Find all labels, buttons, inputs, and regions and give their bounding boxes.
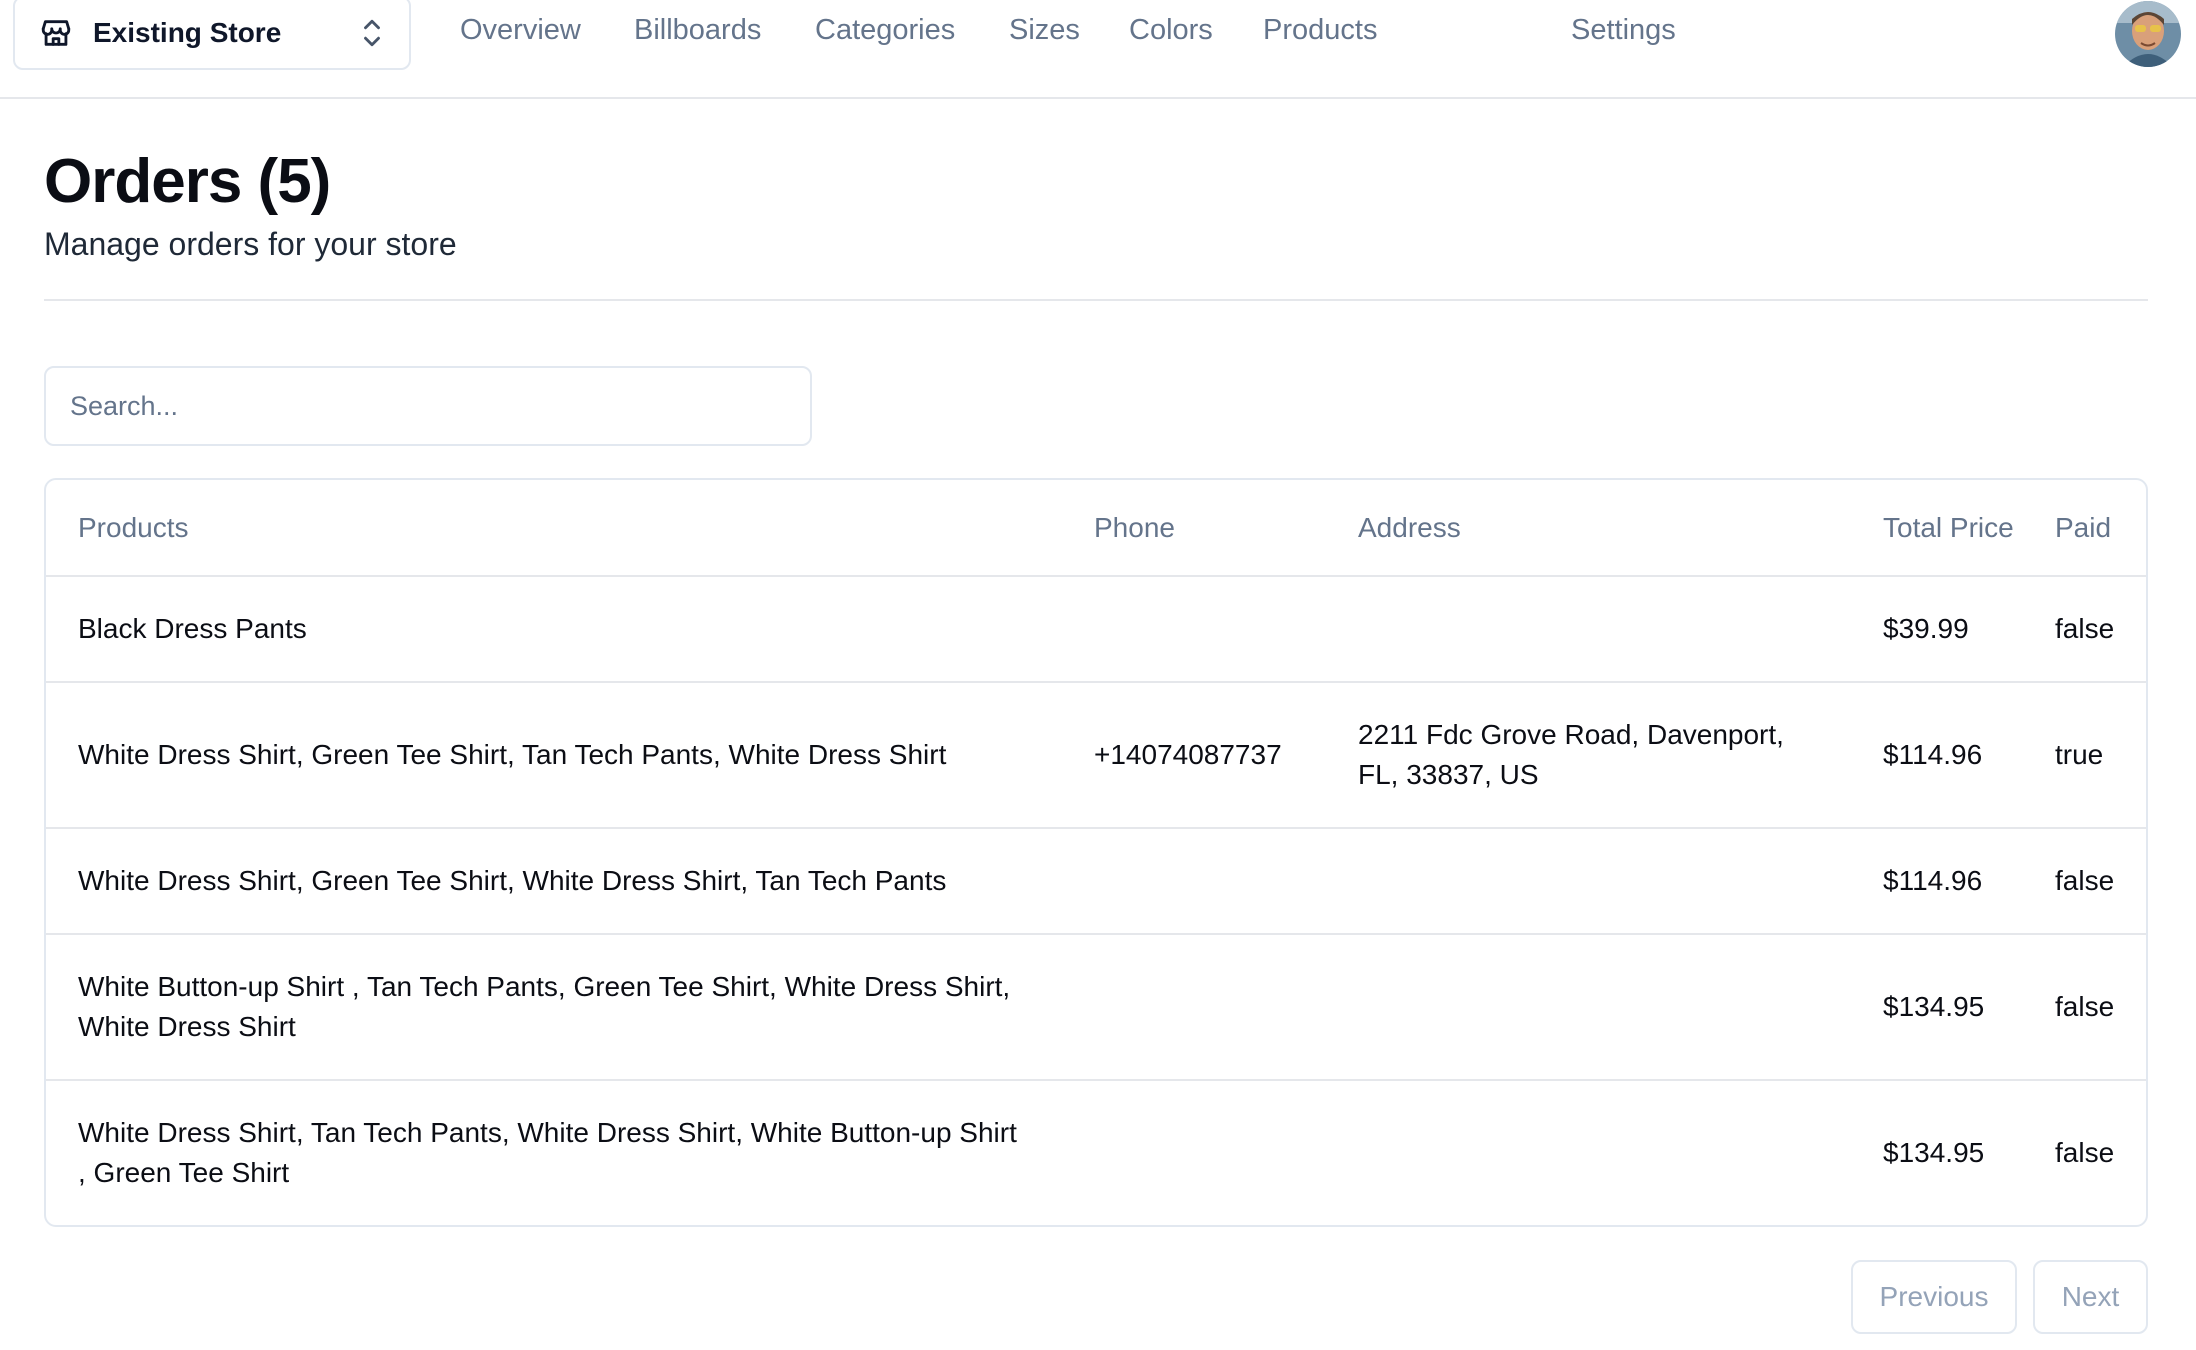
- cell-paid: false: [2055, 1137, 2115, 1168]
- table-row[interactable]: Black Dress Pants $39.99 false: [46, 576, 2146, 682]
- column-header-address[interactable]: Address: [1326, 480, 1851, 576]
- store-switcher[interactable]: Existing Store: [13, 0, 411, 70]
- nav-settings[interactable]: Settings: [1571, 14, 1676, 47]
- cell-address: [1326, 828, 1851, 934]
- cell-address: [1326, 934, 1851, 1080]
- cell-products: White Dress Shirt, Green Tee Shirt, Tan …: [78, 739, 947, 770]
- chevrons-up-down-icon: [359, 16, 385, 50]
- table-header-row: Products Phone Address Total Price Paid: [46, 480, 2146, 576]
- orders-table: Products Phone Address Total Price Paid …: [44, 478, 2148, 1227]
- cell-phone: [1062, 1080, 1326, 1225]
- table-row[interactable]: White Dress Shirt, Tan Tech Pants, White…: [46, 1080, 2146, 1225]
- next-page-button[interactable]: Next: [2033, 1260, 2148, 1334]
- cell-products: White Dress Shirt, Green Tee Shirt, Whit…: [78, 865, 947, 896]
- column-header-phone[interactable]: Phone: [1062, 480, 1326, 576]
- table-row[interactable]: White Dress Shirt, Green Tee Shirt, Tan …: [46, 682, 2146, 828]
- cell-address: 2211 Fdc Grove Road, Davenport, FL, 3383…: [1358, 719, 1784, 790]
- cell-phone: [1062, 828, 1326, 934]
- separator: [44, 299, 2148, 301]
- nav-categories[interactable]: Categories: [815, 14, 955, 47]
- cell-address: [1326, 1080, 1851, 1225]
- cell-products: White Dress Shirt, Tan Tech Pants, White…: [78, 1117, 1017, 1188]
- nav-sizes[interactable]: Sizes: [1009, 14, 1080, 47]
- cell-total-price: $134.95: [1883, 1137, 1985, 1168]
- previous-page-button[interactable]: Previous: [1851, 1260, 2017, 1334]
- cell-paid: true: [2055, 739, 2104, 770]
- table-row[interactable]: White Button-up Shirt , Tan Tech Pants, …: [46, 934, 2146, 1080]
- page-subtitle: Manage orders for your store: [44, 226, 457, 262]
- nav-billboards[interactable]: Billboards: [634, 14, 761, 47]
- cell-address: [1326, 576, 1851, 682]
- column-header-products[interactable]: Products: [46, 480, 1062, 576]
- table-row[interactable]: White Dress Shirt, Green Tee Shirt, Whit…: [46, 828, 2146, 934]
- nav-products[interactable]: Products: [1263, 14, 1377, 47]
- user-avatar[interactable]: [2115, 1, 2181, 67]
- cell-paid: false: [2055, 991, 2115, 1022]
- cell-total-price: $39.99: [1883, 613, 1969, 644]
- page-title: Orders (5): [44, 147, 331, 216]
- search-input[interactable]: [44, 366, 812, 446]
- cell-paid: false: [2055, 865, 2115, 896]
- cell-products: White Button-up Shirt , Tan Tech Pants, …: [78, 971, 1011, 1042]
- store-name: Existing Store: [93, 17, 282, 48]
- column-header-total-price[interactable]: Total Price: [1851, 480, 2023, 576]
- cell-products: Black Dress Pants: [78, 613, 307, 644]
- cell-phone: [1062, 934, 1326, 1080]
- nav-overview[interactable]: Overview: [460, 14, 581, 47]
- store-icon: [39, 16, 73, 50]
- nav-colors[interactable]: Colors: [1129, 14, 1213, 47]
- cell-total-price: $134.95: [1883, 991, 1985, 1022]
- cell-paid: false: [2055, 613, 2115, 644]
- cell-total-price: $114.96: [1883, 865, 1983, 896]
- top-navigation: Existing Store Overview Billboards Categ…: [0, 0, 2196, 99]
- cell-total-price: $114.96: [1883, 739, 1983, 770]
- column-header-paid[interactable]: Paid: [2023, 480, 2146, 576]
- cell-phone: [1062, 576, 1326, 682]
- cell-phone: +14074087737: [1094, 739, 1282, 770]
